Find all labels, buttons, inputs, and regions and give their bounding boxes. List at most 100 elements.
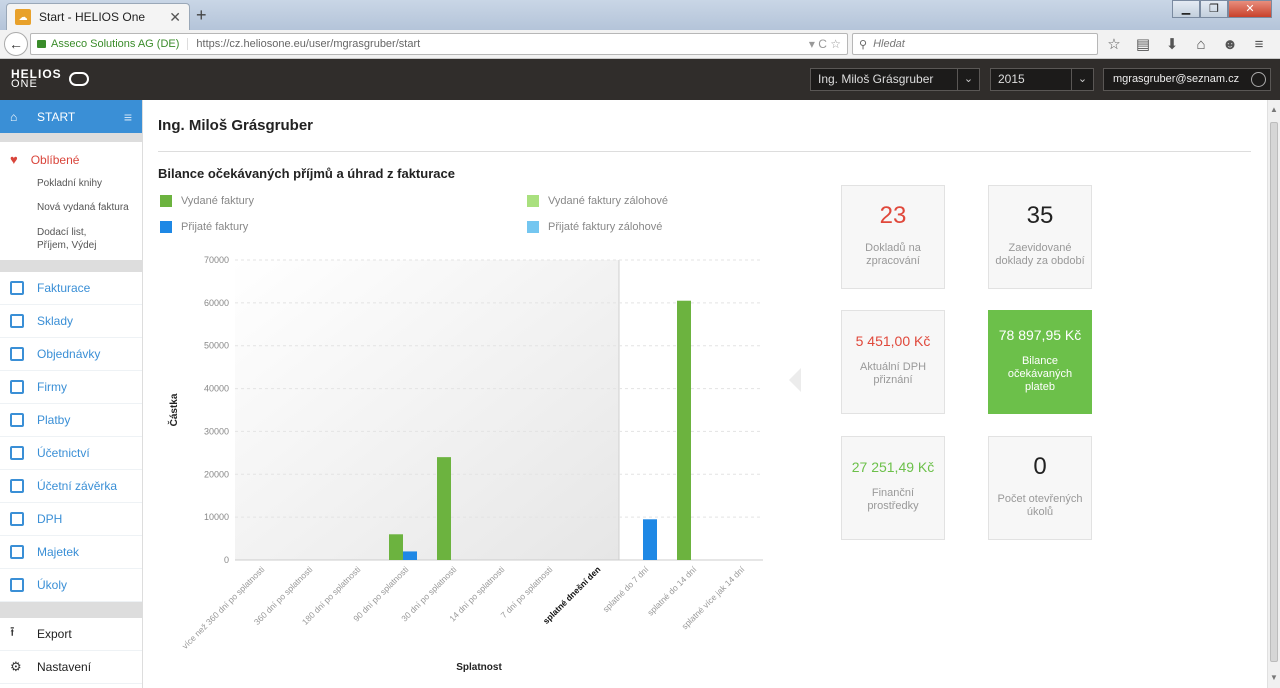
helios-logo[interactable]: HELIOS ONE [11, 68, 89, 90]
browser-search-input[interactable]: ⚲ Hledat [852, 33, 1098, 55]
lock-icon [37, 40, 46, 48]
back-button[interactable]: ← [4, 32, 28, 56]
sidebar-item-favorites[interactable]: ♥ Oblíbené [0, 142, 142, 177]
sidebar-item-majetek[interactable]: Majetek [0, 536, 142, 569]
y-tick-label: 0 [224, 555, 229, 565]
cloud-icon [69, 72, 89, 86]
kpi-value: 78 897,95 Kč [998, 327, 1082, 343]
order-list-icon [10, 347, 24, 361]
sidebar-item-label: DPH [37, 512, 63, 526]
sidebar-item-sklady[interactable]: Sklady [0, 305, 142, 338]
tax-bag-icon [10, 512, 24, 526]
kpi-label: Aktuální DPH přiznání [859, 361, 927, 386]
kpi-tile-funds[interactable]: 27 251,49 Kč Finanční prostředky [841, 436, 945, 540]
year-select[interactable]: 2015 ⌄ [990, 68, 1094, 91]
search-placeholder: Hledat [873, 38, 905, 50]
kpi-tile-open-tasks[interactable]: 0 Počet otevřených úkolů [988, 436, 1092, 540]
kpi-tile-payment-balance[interactable]: 78 897,95 Kč Bilance očekávaných plateb [988, 310, 1092, 414]
sidebar-item-objednavky[interactable]: Objednávky [0, 338, 142, 371]
sidebar-item-start[interactable]: ⌂ START ≡ [0, 100, 142, 133]
legend-item[interactable]: Přijaté faktury zálohové [527, 221, 662, 233]
download-icon[interactable]: ⬇ [1162, 35, 1182, 55]
kpi-label: Zaevidované doklady za období [995, 242, 1085, 267]
chat-icon[interactable]: ☻ [1220, 35, 1240, 55]
legend-item[interactable]: Vydané faktury [160, 195, 254, 207]
sidebar-item-label: Úkoly [37, 578, 68, 592]
sidebar-item-ucetnictvi[interactable]: Účetnictví [0, 437, 142, 470]
bar [677, 300, 691, 560]
favorites-label: Oblíbené [30, 152, 80, 167]
user-select-value: Ing. Miloš Grásgruber [818, 72, 934, 86]
sidebar-item-label: Účetní závěrka [37, 479, 118, 493]
home-icon[interactable]: ⌂ [1191, 35, 1211, 55]
sidebar-item-ucetni-zaverka[interactable]: Účetní závěrka [0, 470, 142, 503]
tiles-pointer [789, 368, 801, 392]
sidebar-item-export[interactable]: ⭱ Export [0, 618, 142, 651]
site-identity-label: Asseco Solutions AG (DE) [51, 38, 180, 50]
tab-close-icon[interactable]: ✕ [169, 9, 181, 26]
payment-card-icon [10, 413, 24, 427]
title-divider [158, 151, 1251, 152]
balance-bar-chart: 0 10000 20000 30000 40000 50000 60000 70000 více… [167, 255, 763, 673]
bookmark-star-icon[interactable]: ☆ [1104, 35, 1124, 55]
y-tick-label: 70000 [204, 255, 229, 265]
ledger-icon [10, 446, 24, 460]
kpi-value: 27 251,49 Kč [851, 459, 935, 475]
y-tick-label: 40000 [204, 384, 229, 394]
buildings-icon [10, 380, 24, 394]
scroll-down-icon[interactable]: ▼ [1268, 670, 1280, 686]
kpi-value: 23 [879, 202, 907, 229]
window-controls: ▁ ❐ ✕ [1172, 0, 1272, 18]
page-scrollbar[interactable]: ▲ ▼ [1267, 100, 1280, 688]
browser-toolbar: ☆ ▤ ⬇ ⌂ ☻ ≡ [1104, 35, 1269, 55]
kpi-tile-documents[interactable]: 23 Dokladů na zpracování [841, 185, 945, 289]
kpi-tile-vat[interactable]: 5 451,00 Kč Aktuální DPH přiznání [841, 310, 945, 414]
page-title: Ing. Miloš Grásgruber [158, 117, 314, 134]
legend-item[interactable]: Přijaté faktury [160, 221, 248, 233]
sidebar-item-fakturace[interactable]: Fakturace [0, 272, 142, 305]
user-menu[interactable]: mgrasgruber@seznam.cz [1103, 68, 1271, 91]
hamburger-icon[interactable]: ≡ [124, 109, 132, 125]
favorite-link[interactable]: Pokladní knihy [0, 177, 142, 201]
menu-icon[interactable]: ≡ [1249, 35, 1269, 55]
browser-tab[interactable]: ☁ Start - HELIOS One ✕ [6, 3, 190, 30]
y-axis-label: Částka [167, 393, 180, 426]
sidebar-item-firmy[interactable]: Firmy [0, 371, 142, 404]
bar [643, 519, 657, 560]
sidebar-item-dph[interactable]: DPH [0, 503, 142, 536]
sidebar-item-label: Fakturace [37, 281, 91, 295]
closing-document-icon [10, 479, 24, 493]
scrollbar-thumb[interactable] [1270, 122, 1278, 662]
reading-list-icon[interactable]: ▤ [1133, 35, 1153, 55]
x-tick-label: více než 360 dní po splatnosti [180, 564, 267, 651]
favorite-link[interactable]: Dodací list, Příjem, Výdej [0, 226, 120, 260]
sidebar-item-settings[interactable]: ⚙ Nastavení [0, 651, 142, 684]
legend-label: Přijaté faktury zálohové [548, 221, 663, 233]
sidebar-start-label: START [37, 109, 76, 124]
minimize-button[interactable]: ▁ [1172, 0, 1200, 18]
legend-label: Vydané faktury zálohové [548, 195, 669, 207]
bar [389, 534, 403, 560]
sidebar-item-label: Sklady [37, 314, 74, 328]
kpi-label: Bilance očekávaných plateb [1007, 355, 1073, 393]
kpi-tile-recorded-documents[interactable]: 35 Zaevidované doklady za období [988, 185, 1092, 289]
kpi-value: 0 [1033, 453, 1047, 480]
new-tab-button[interactable]: + [196, 5, 207, 26]
legend-swatch [527, 195, 539, 207]
maximize-button[interactable]: ❐ [1200, 0, 1228, 18]
favorite-link[interactable]: Nová vydaná faktura [0, 201, 142, 226]
user-select[interactable]: Ing. Miloš Grásgruber ⌄ [810, 68, 980, 91]
upload-icon: ⭱ [10, 624, 15, 639]
legend-item[interactable]: Vydané faktury zálohové [527, 195, 668, 207]
legend-label: Vydané faktury [181, 195, 254, 207]
past-due-region [235, 260, 619, 560]
window-close-button[interactable]: ✕ [1228, 0, 1272, 18]
sidebar-item-platby[interactable]: Platby [0, 404, 142, 437]
scroll-up-icon[interactable]: ▲ [1268, 102, 1280, 118]
bar [437, 457, 451, 560]
reload-icon[interactable]: ▾ C ☆ [809, 37, 841, 51]
url-bar[interactable]: Asseco Solutions AG (DE) https://cz.heli… [30, 33, 848, 55]
site-identity[interactable]: Asseco Solutions AG (DE) [37, 38, 189, 50]
sidebar-item-ukoly[interactable]: Úkoly [0, 569, 142, 602]
url-text[interactable]: https://cz.heliosone.eu/user/mgrasgruber… [196, 38, 808, 50]
